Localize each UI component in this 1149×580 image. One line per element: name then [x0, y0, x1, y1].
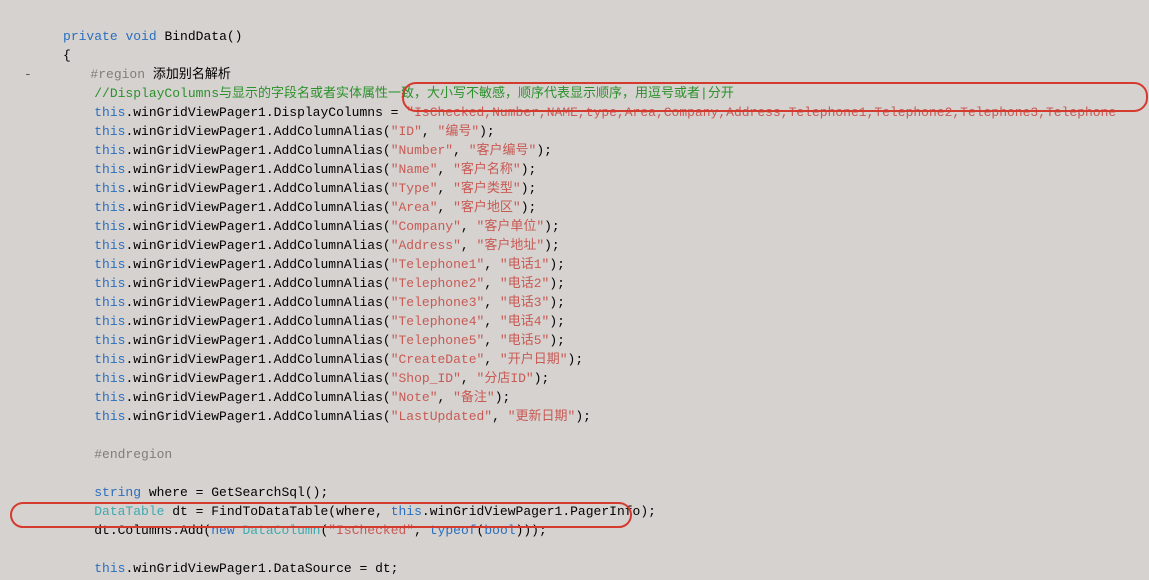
- code-line: string where = GetSearchSql();: [24, 485, 328, 500]
- code-line: this.winGridViewPager1.AddColumnAlias("N…: [24, 162, 536, 177]
- code-line: [24, 542, 32, 557]
- region-keyword: #region: [90, 67, 145, 82]
- code-line: this.winGridViewPager1.DisplayColumns = …: [24, 105, 1116, 120]
- code-line: this.winGridViewPager1.AddColumnAlias("C…: [24, 219, 560, 234]
- code-line: this.winGridViewPager1.AddColumnAlias("T…: [24, 257, 565, 272]
- keyword-new: new: [211, 523, 234, 538]
- comment: //DisplayColumns与显示的字段名或者实体属性一致，大小写不敏感，顺…: [94, 86, 734, 101]
- keyword-bool: bool: [484, 523, 515, 538]
- method-name: BindData(): [157, 29, 243, 44]
- code-line: [24, 466, 32, 481]
- code-line: private void BindData(): [24, 29, 242, 44]
- keyword-string: string: [94, 485, 141, 500]
- brace-open: {: [63, 48, 71, 63]
- display-columns-value: "IsChecked,Number,NAME,type,Area,Company…: [406, 105, 1116, 120]
- code-line: this.winGridViewPager1.AddColumnAlias("T…: [24, 276, 565, 291]
- keyword-this: this: [94, 105, 125, 120]
- code-line: this.winGridViewPager1.AddColumnAlias("T…: [24, 181, 536, 196]
- code-editor: private void BindData() { - #region 添加别名…: [0, 0, 1149, 580]
- code-line: this.winGridViewPager1.AddColumnAlias("T…: [24, 314, 565, 329]
- code-line: this.winGridViewPager1.DataSource = dt;: [24, 561, 398, 576]
- display-columns-assign: .winGridViewPager1.DisplayColumns =: [125, 105, 406, 120]
- code-line: this.winGridViewPager1.AddColumnAlias("T…: [24, 333, 565, 348]
- code-line: this.winGridViewPager1.AddColumnAlias("L…: [24, 409, 591, 424]
- fold-icon: -: [24, 67, 36, 82]
- code-line: this.winGridViewPager1.AddColumnAlias("S…: [24, 371, 549, 386]
- type-datatable: DataTable: [94, 504, 164, 519]
- code-line: {: [24, 48, 71, 63]
- type-datacolumn: DataColumn: [242, 523, 320, 538]
- where-var: where = GetSearchSql();: [141, 485, 328, 500]
- keyword-private: private: [63, 29, 118, 44]
- code-line: //DisplayColumns与显示的字段名或者实体属性一致，大小写不敏感，顺…: [24, 86, 734, 101]
- code-line: DataTable dt = FindToDataTable(where, th…: [24, 504, 656, 519]
- code-line: #endregion: [24, 447, 172, 462]
- endregion-keyword: #endregion: [94, 447, 172, 462]
- code-line: this.winGridViewPager1.AddColumnAlias("A…: [24, 200, 536, 215]
- code-line: this.winGridViewPager1.AddColumnAlias("N…: [24, 390, 510, 405]
- code-line: this.winGridViewPager1.AddColumnAlias("I…: [24, 124, 495, 139]
- code-line: dt.Columns.Add(new DataColumn("IsChecked…: [24, 523, 547, 538]
- code-line: this.winGridViewPager1.AddColumnAlias("T…: [24, 295, 565, 310]
- code-line: [24, 428, 32, 443]
- code-line: - #region 添加别名解析: [24, 67, 231, 82]
- keyword-void: void: [125, 29, 156, 44]
- region-label: 添加别名解析: [145, 67, 231, 82]
- code-line: this.winGridViewPager1.AddColumnAlias("C…: [24, 352, 583, 367]
- code-line: this.winGridViewPager1.AddColumnAlias("N…: [24, 143, 552, 158]
- datasource-assign: .winGridViewPager1.DataSource = dt;: [125, 561, 398, 576]
- code-line: this.winGridViewPager1.AddColumnAlias("A…: [24, 238, 560, 253]
- keyword-typeof: typeof: [430, 523, 477, 538]
